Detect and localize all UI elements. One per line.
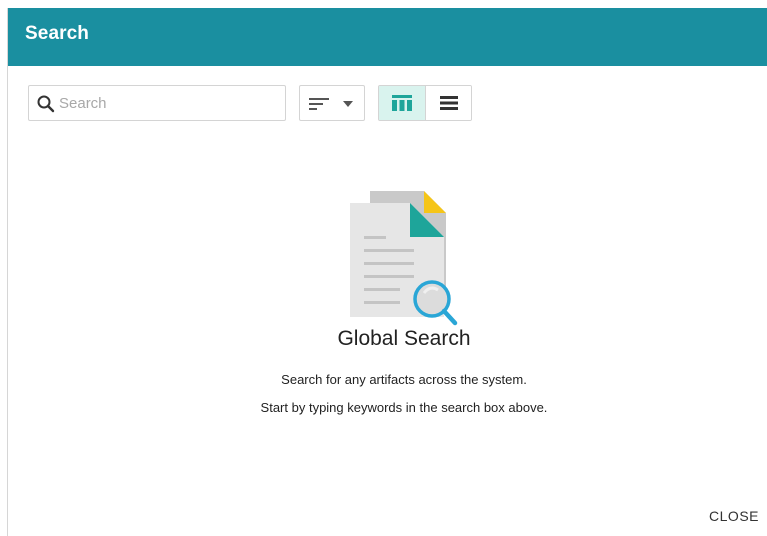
document-search-icon [350,191,458,326]
close-button[interactable]: CLOSE [709,508,759,524]
grid-view-icon [392,95,412,111]
sort-lines-icon [309,98,329,110]
empty-state-description: Search for any artifacts across the syst… [281,372,527,387]
dialog-title: Search [25,23,89,44]
search-box[interactable] [28,85,286,121]
chevron-down-icon [343,101,353,107]
empty-state-title: Global Search [337,327,471,350]
dialog-header: Search [8,8,767,66]
search-dialog: Search Search Global Search Search for a… [7,8,767,536]
list-view-button[interactable] [426,86,471,120]
list-view-icon [440,96,458,110]
view-toggle [378,85,472,121]
grid-view-button[interactable] [379,86,426,120]
search-input[interactable] [59,90,279,116]
sort-button[interactable] [299,85,365,121]
empty-state-hint: Start by typing keywords in the search b… [260,400,548,415]
search-icon [37,95,55,113]
